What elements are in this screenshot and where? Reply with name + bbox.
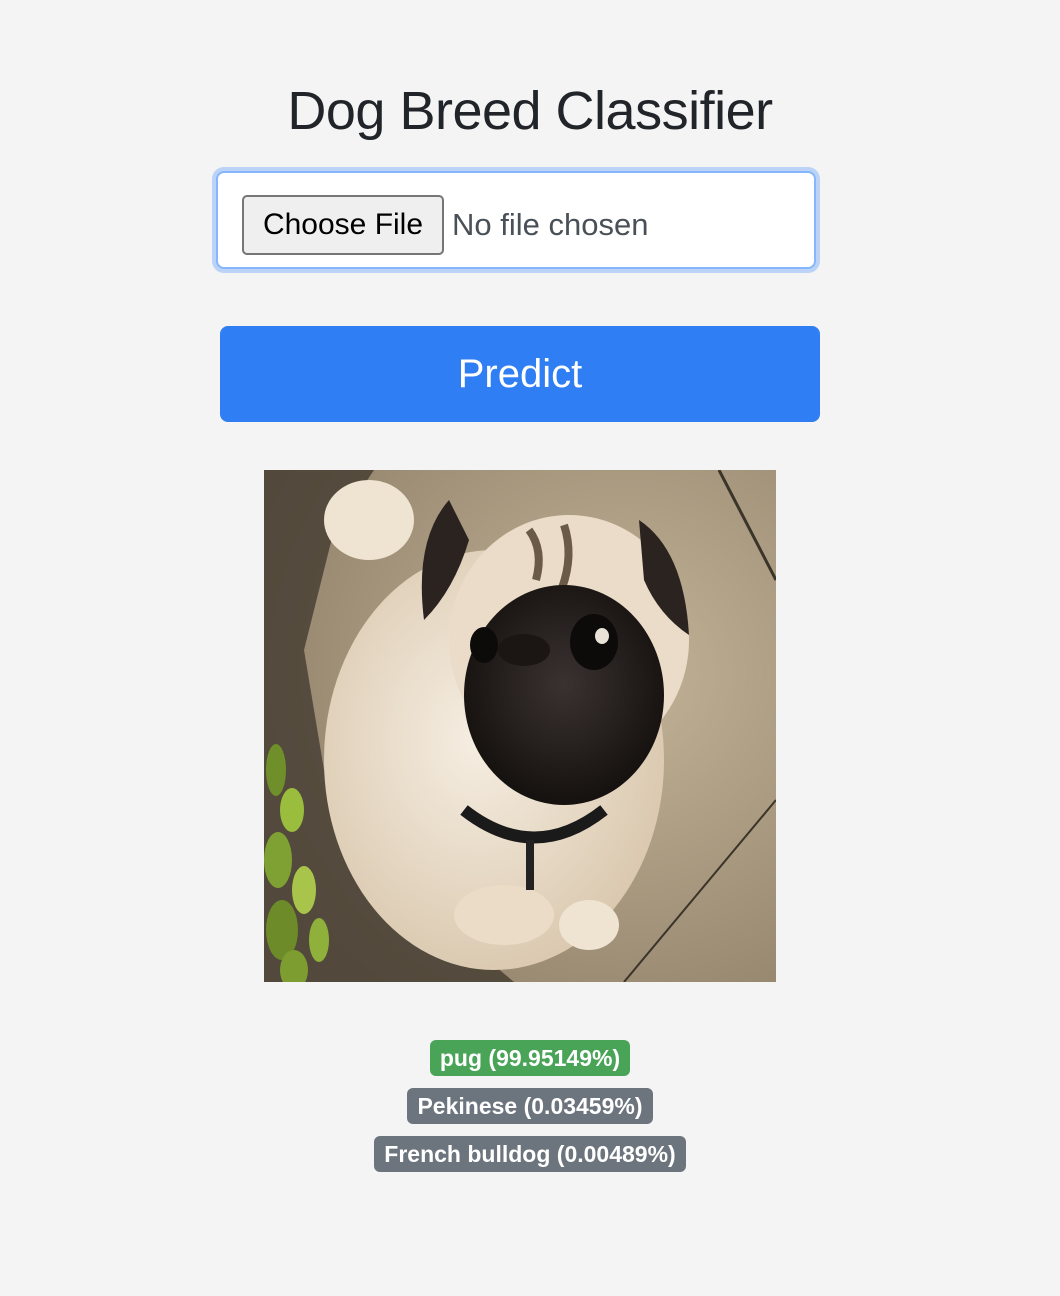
file-input[interactable]: Choose File No file chosen	[216, 171, 816, 269]
predict-button[interactable]: Predict	[220, 326, 820, 422]
page: Dog Breed Classifier Choose File No file…	[0, 0, 1060, 1296]
prediction-row: Pekinese (0.03459%)	[0, 1088, 1060, 1136]
prediction-row: pug (99.95149%)	[0, 1040, 1060, 1088]
page-title: Dog Breed Classifier	[287, 81, 773, 141]
prediction-badge: Pekinese (0.03459%)	[407, 1088, 653, 1124]
dog-photo-illustration	[264, 470, 776, 982]
prediction-badge: French bulldog (0.00489%)	[374, 1136, 686, 1172]
file-status-text: No file chosen	[452, 207, 649, 242]
prediction-results: pug (99.95149%) Pekinese (0.03459%) Fren…	[0, 1040, 1060, 1184]
prediction-badge-top: pug (99.95149%)	[429, 1040, 631, 1076]
prediction-row: French bulldog (0.00489%)	[0, 1136, 1060, 1184]
dog-photo	[264, 470, 776, 982]
choose-file-button[interactable]: Choose File	[242, 195, 444, 255]
